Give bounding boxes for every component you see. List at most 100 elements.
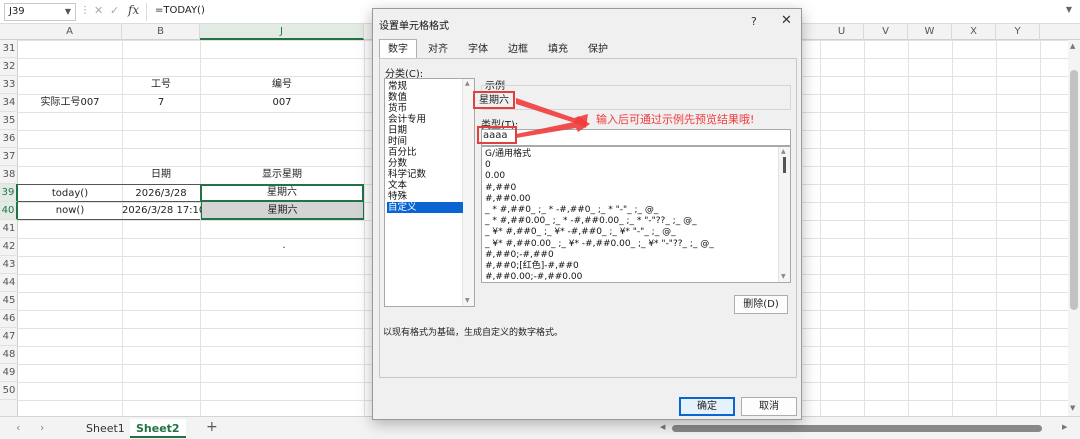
next-sheet-icon[interactable]: › — [40, 421, 44, 434]
column-header-a[interactable]: A — [18, 24, 122, 40]
vertical-scrollbar[interactable]: ▲ ▼ — [1068, 40, 1080, 416]
cell-b34[interactable]: 7 — [122, 94, 200, 112]
row-header-41[interactable]: 41 — [0, 220, 18, 238]
row-header-38[interactable]: 38 — [0, 166, 18, 184]
chevron-down-icon[interactable]: ▼ — [65, 7, 71, 16]
dialog-tab-4[interactable]: 填充 — [539, 41, 577, 58]
category-item[interactable]: 自定义 — [387, 202, 463, 213]
format-item[interactable]: _ ¥* #,##0_ ;_ ¥* -#,##0_ ;_ ¥* "-"_ ;_ … — [485, 227, 676, 238]
format-item[interactable]: #,##0.00 — [485, 194, 531, 205]
format-item[interactable]: 0 — [485, 160, 491, 171]
format-item[interactable]: _ * #,##0.00_ ;_ * -#,##0.00_ ;_ * "-"??… — [485, 216, 697, 227]
format-item[interactable]: #,##0 — [485, 183, 516, 194]
row-header-45[interactable]: 45 — [0, 292, 18, 310]
cell-a40[interactable]: now() — [18, 202, 122, 220]
row-header-43[interactable]: 43 — [0, 256, 18, 274]
format-item[interactable]: #,##0;[红色]-#,##0 — [485, 261, 579, 272]
dialog-tab-5[interactable]: 保护 — [579, 41, 617, 58]
format-item[interactable]: 0.00 — [485, 171, 505, 182]
scroll-right-icon[interactable]: ▶ — [1062, 423, 1067, 431]
fx-icon[interactable]: fx — [128, 3, 139, 17]
cell-j39[interactable]: 星期六 — [200, 184, 364, 202]
category-item[interactable]: 常规 — [387, 81, 463, 92]
cell-b38[interactable]: 日期 — [122, 166, 200, 184]
scrollbar-thumb[interactable] — [1070, 70, 1078, 310]
row-header-32[interactable]: 32 — [0, 58, 18, 76]
cell-j38[interactable]: 显示星期 — [200, 166, 364, 184]
category-item[interactable]: 数值 — [387, 92, 463, 103]
add-sheet-button[interactable]: + — [206, 419, 218, 435]
scroll-up-icon[interactable]: ▲ — [1070, 42, 1075, 50]
row-header-34[interactable]: 34 — [0, 94, 18, 112]
row-header-35[interactable]: 35 — [0, 112, 18, 130]
scroll-left-icon[interactable]: ◀ — [660, 423, 665, 431]
cell-b33[interactable]: 工号 — [122, 76, 200, 94]
dialog-tab-2[interactable]: 字体 — [459, 41, 497, 58]
prev-sheet-icon[interactable]: ‹ — [16, 421, 20, 434]
category-item[interactable]: 分数 — [387, 158, 463, 169]
sheet-tab-sheet2[interactable]: Sheet2 — [130, 419, 186, 438]
cell-a34[interactable]: 实际工号007 — [18, 94, 122, 112]
scroll-down-icon[interactable]: ▼ — [465, 297, 470, 304]
format-item[interactable]: #,##0;-#,##0 — [485, 250, 554, 261]
row-header-50[interactable]: 50 — [0, 382, 18, 400]
column-header-v[interactable]: V — [864, 24, 908, 40]
column-header-w[interactable]: W — [908, 24, 952, 40]
dialog-tab-1[interactable]: 对齐 — [419, 41, 457, 58]
cell-j34[interactable]: 007 — [200, 94, 364, 112]
cell-a39[interactable]: today() — [18, 184, 122, 202]
row-header-47[interactable]: 47 — [0, 328, 18, 346]
column-header-b[interactable]: B — [122, 24, 200, 40]
row-header-37[interactable]: 37 — [0, 148, 18, 166]
scroll-up-icon[interactable]: ▲ — [465, 80, 470, 87]
category-item[interactable]: 会计专用 — [387, 114, 463, 125]
dialog-tab-0[interactable]: 数字 — [379, 39, 417, 59]
ok-button[interactable]: 确定 — [679, 397, 735, 416]
row-header-48[interactable]: 48 — [0, 346, 18, 364]
category-scrollbar[interactable]: ▲ ▼ — [462, 79, 474, 306]
type-input[interactable] — [481, 129, 791, 146]
column-header-u[interactable]: U — [820, 24, 864, 40]
name-box[interactable]: J39 ▼ — [4, 3, 76, 21]
scroll-up-icon[interactable]: ▲ — [781, 148, 786, 155]
row-header-40[interactable]: 40 — [0, 202, 18, 220]
row-header-42[interactable]: 42 — [0, 238, 18, 256]
help-button[interactable]: ? — [751, 15, 757, 28]
close-button[interactable]: ✕ — [781, 13, 792, 28]
delete-button[interactable]: 删除(D) — [734, 295, 788, 314]
category-item[interactable]: 日期 — [387, 125, 463, 136]
scroll-down-icon[interactable]: ▼ — [1070, 404, 1075, 412]
scroll-down-icon[interactable]: ▼ — [781, 273, 786, 280]
column-header-x[interactable]: X — [952, 24, 996, 40]
dialog-tab-3[interactable]: 边框 — [499, 41, 537, 58]
format-item[interactable]: _ ¥* #,##0.00_ ;_ ¥* -#,##0.00_ ;_ ¥* "-… — [485, 239, 714, 250]
cell-j33[interactable]: 编号 — [200, 76, 364, 94]
check-icon[interactable]: ✓ — [110, 4, 119, 17]
category-item[interactable]: 时间 — [387, 136, 463, 147]
column-header-j[interactable]: J — [200, 24, 364, 40]
column-header-y[interactable]: Y — [996, 24, 1040, 40]
format-item[interactable]: #,##0.00;-#,##0.00 — [485, 272, 582, 282]
category-item[interactable]: 文本 — [387, 180, 463, 191]
cell-b40[interactable]: 2026/3/28 17:10 — [122, 202, 205, 220]
row-header-46[interactable]: 46 — [0, 310, 18, 328]
cell-j40[interactable]: 星期六 — [201, 202, 364, 220]
category-list[interactable]: ▲ ▼ 常规 数值 货币 会计专用 日期 时间 百分比 分数 科学记数 文本 特殊 自定义 — [384, 78, 475, 307]
row-header-39[interactable]: 39 — [0, 184, 18, 202]
row-header-36[interactable]: 36 — [0, 130, 18, 148]
format-item[interactable]: G/通用格式 — [485, 149, 531, 160]
format-list[interactable]: ▲ ▼ G/通用格式 0 0.00 #,##0 #,##0.00 _ * #,##0_ ;… — [481, 146, 791, 283]
horizontal-scrollbar[interactable]: ◀ ▶ — [660, 423, 1072, 432]
type-input-value[interactable]: aaaa — [477, 126, 517, 144]
category-item[interactable]: 货币 — [387, 103, 463, 114]
scrollbar-thumb[interactable] — [672, 425, 1042, 432]
scrollbar-thumb[interactable] — [783, 157, 786, 173]
category-item[interactable]: 特殊 — [387, 191, 463, 202]
format-item[interactable]: _ * #,##0_ ;_ * -#,##0_ ;_ * "-"_ ;_ @_ — [485, 205, 658, 216]
category-item[interactable]: 百分比 — [387, 147, 463, 158]
cell-b39[interactable]: 2026/3/28 — [122, 184, 200, 202]
cancel-button[interactable]: 取消 — [741, 397, 797, 416]
row-header-31[interactable]: 31 — [0, 40, 18, 58]
row-header-33[interactable]: 33 — [0, 76, 18, 94]
sheet-tab-sheet1[interactable]: Sheet1 — [80, 419, 131, 438]
